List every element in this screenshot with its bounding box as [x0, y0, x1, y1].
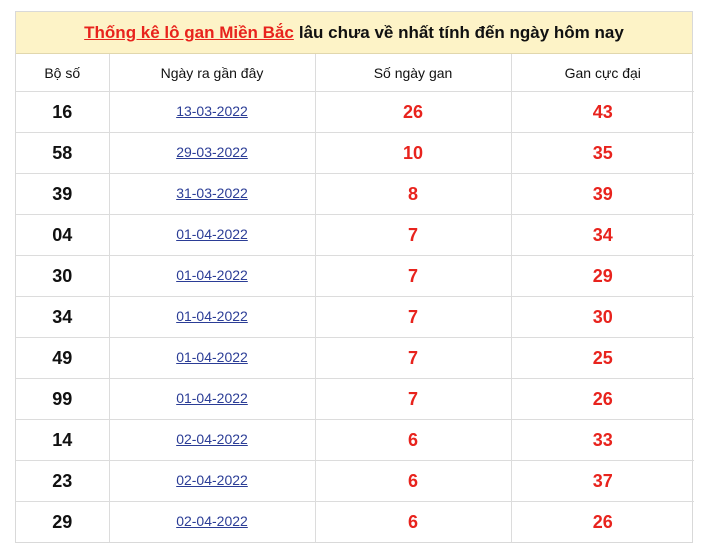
- cell-days: 10: [314, 132, 512, 174]
- cell-date-link[interactable]: 02-04-2022: [176, 431, 248, 447]
- title-rest-text: lâu chưa về nhất tính đến ngày hôm nay: [298, 22, 624, 42]
- cell-date-link[interactable]: 01-04-2022: [176, 349, 248, 365]
- cell-days: 7: [314, 378, 512, 420]
- table-row: 58 29-03-2022 10 35: [16, 132, 694, 174]
- cell-number: 34: [16, 296, 110, 338]
- cell-max: 39: [510, 173, 694, 215]
- cell-max: 35: [510, 132, 694, 174]
- cell-date-link[interactable]: 01-04-2022: [176, 390, 248, 406]
- table-header-row: Bộ số Ngày ra gần đây Số ngày gan Gan cự…: [16, 54, 694, 92]
- lo-gan-statistics-panel: Thống kê lô gan Miền Bắc lâu chưa về nhấ…: [15, 11, 694, 543]
- table-row: 99 01-04-2022 7 26: [16, 378, 694, 420]
- cell-number: 99: [16, 378, 110, 420]
- cell-days: 6: [314, 460, 512, 502]
- cell-number: 16: [16, 91, 110, 133]
- cell-max: 37: [510, 460, 694, 502]
- cell-days: 7: [314, 214, 512, 256]
- cell-days: 7: [314, 255, 512, 297]
- cell-max: 43: [510, 91, 694, 133]
- cell-max: 29: [510, 255, 694, 297]
- cell-days: 7: [314, 337, 512, 379]
- table-row: 30 01-04-2022 7 29: [16, 255, 694, 297]
- cell-date-link[interactable]: 02-04-2022: [176, 472, 248, 488]
- cell-days: 26: [314, 91, 512, 133]
- cell-date-link[interactable]: 01-04-2022: [176, 267, 248, 283]
- cell-max: 33: [510, 419, 694, 461]
- table-row: 34 01-04-2022 7 30: [16, 296, 694, 338]
- cell-date-link[interactable]: 29-03-2022: [176, 144, 248, 160]
- cell-date-link[interactable]: 13-03-2022: [176, 103, 248, 119]
- cell-number: 30: [16, 255, 110, 297]
- cell-number: 58: [16, 132, 110, 174]
- cell-max: 34: [510, 214, 694, 256]
- cell-number: 39: [16, 173, 110, 215]
- lo-gan-table: Bộ số Ngày ra gần đây Số ngày gan Gan cự…: [16, 54, 694, 542]
- cell-number: 49: [16, 337, 110, 379]
- cell-max: 26: [510, 378, 694, 420]
- cell-max: 30: [510, 296, 694, 338]
- cell-days: 7: [314, 296, 512, 338]
- header-gan-cuc-dai: Gan cực đại: [510, 54, 694, 92]
- cell-date-link[interactable]: 31-03-2022: [176, 185, 248, 201]
- cell-days: 6: [314, 501, 512, 542]
- cell-max: 25: [510, 337, 694, 379]
- cell-date-link[interactable]: 01-04-2022: [176, 308, 248, 324]
- table-row: 14 02-04-2022 6 33: [16, 419, 694, 461]
- table-row: 04 01-04-2022 7 34: [16, 214, 694, 256]
- table-row: 29 02-04-2022 6 26: [16, 501, 694, 542]
- table-row: 16 13-03-2022 26 43: [16, 91, 694, 133]
- title-link[interactable]: Thống kê lô gan Miền Bắc: [84, 23, 294, 43]
- table-row: 49 01-04-2022 7 25: [16, 337, 694, 379]
- cell-date-link[interactable]: 02-04-2022: [176, 513, 248, 529]
- panel-title: Thống kê lô gan Miền Bắc lâu chưa về nhấ…: [16, 12, 692, 54]
- table-row: 39 31-03-2022 8 39: [16, 173, 694, 215]
- header-so-ngay-gan: Số ngày gan: [314, 54, 512, 92]
- cell-days: 6: [314, 419, 512, 461]
- cell-number: 04: [16, 214, 110, 256]
- cell-date-link[interactable]: 01-04-2022: [176, 226, 248, 242]
- header-ngay-ra-gan-day: Ngày ra gần đây: [108, 54, 316, 92]
- header-bo-so: Bộ số: [16, 54, 110, 92]
- cell-number: 23: [16, 460, 110, 502]
- cell-number: 14: [16, 419, 110, 461]
- cell-max: 26: [510, 501, 694, 542]
- cell-number: 29: [16, 501, 110, 542]
- table-row: 23 02-04-2022 6 37: [16, 460, 694, 502]
- cell-days: 8: [314, 173, 512, 215]
